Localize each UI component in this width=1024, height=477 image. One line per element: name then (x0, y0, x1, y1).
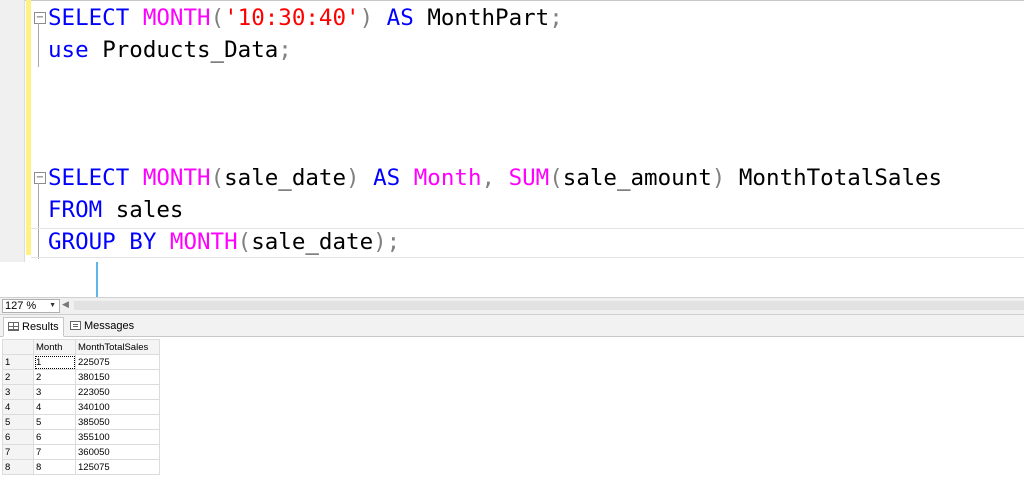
grid-icon (8, 322, 19, 331)
code-token: ) (373, 229, 387, 255)
cell-monthtotalsales[interactable]: 340100 (75, 399, 160, 415)
zoom-level: 127 % (5, 300, 37, 312)
code-token: ; (386, 229, 401, 255)
code-token: Month (413, 165, 482, 191)
row-number[interactable]: 8 (2, 459, 34, 475)
code-token: GROUP BY (48, 229, 170, 255)
cell-month[interactable]: 2 (33, 369, 76, 385)
cell-monthtotalsales[interactable]: 223050 (75, 384, 160, 400)
row-number[interactable]: 5 (2, 414, 34, 430)
zoom-select[interactable]: 127 % ▼ (2, 299, 60, 313)
code-token: sale_date (224, 165, 347, 191)
code-token: MonthPart (427, 5, 550, 31)
fold-rail (38, 23, 39, 67)
editor-status-bar: 127 % ▼ ◀ (0, 297, 1024, 315)
row-number[interactable]: 6 (2, 429, 34, 445)
cell-monthtotalsales[interactable]: 225075 (75, 354, 160, 370)
code-token: ( (210, 5, 225, 31)
cell-monthtotalsales[interactable]: 360050 (75, 444, 160, 460)
code-token: MONTH (169, 229, 238, 255)
column-header-monthtotalsales[interactable]: MonthTotalSales (75, 339, 160, 355)
tab-messages[interactable]: Messages (66, 317, 138, 335)
chevron-down-icon: ▼ (49, 302, 56, 309)
code-token: ) (359, 5, 374, 31)
code-token: ) (346, 165, 360, 191)
code-token: ( (549, 165, 563, 191)
change-tracking-bar (26, 0, 31, 255)
code-token: ( (210, 165, 225, 191)
cell-month[interactable]: 8 (33, 459, 76, 475)
cell-month[interactable]: 7 (33, 444, 76, 460)
code-token: sale_amount (562, 165, 712, 191)
code-token: '10:30:40' (224, 5, 360, 31)
query-editor[interactable]: − − SELECT MONTH('10:30:40') AS MonthPar… (0, 0, 1024, 297)
horizontal-scrollbar[interactable] (74, 301, 1024, 310)
table-row[interactable]: 8 8 125075 (2, 459, 160, 475)
code-token: FROM (48, 197, 116, 223)
cell-month[interactable]: 6 (33, 429, 76, 445)
code-token: ; (278, 37, 292, 63)
row-number[interactable]: 1 (2, 354, 34, 370)
cell-month[interactable]: 5 (33, 414, 76, 430)
code-token: , (481, 165, 509, 191)
code-token: MONTH (142, 165, 211, 191)
collapse-minus-icon[interactable]: − (34, 12, 46, 24)
tab-results-label: Results (22, 321, 59, 333)
code-line[interactable]: use Products_Data; (48, 35, 292, 65)
column-header-month[interactable]: Month (33, 339, 76, 355)
code-token: SELECT (48, 165, 143, 191)
cell-month[interactable]: 4 (33, 399, 76, 415)
tab-results[interactable]: Results (3, 317, 64, 337)
cell-monthtotalsales[interactable]: 355100 (75, 429, 160, 445)
cell-month[interactable]: 1 (33, 354, 76, 370)
code-token: SELECT (48, 5, 143, 31)
code-line[interactable]: FROM sales (48, 195, 183, 225)
row-number[interactable]: 7 (2, 444, 34, 460)
code-token: SUM (508, 165, 550, 191)
table-row[interactable]: 4 4 340100 (2, 399, 160, 415)
cell-monthtotalsales[interactable]: 125075 (75, 459, 160, 475)
scroll-left-icon[interactable]: ◀ (62, 299, 69, 310)
table-row[interactable]: 2 2 380150 (2, 369, 160, 385)
code-token: Products_Data (102, 37, 279, 63)
code-token: AS (359, 165, 414, 191)
editor-gutter (0, 0, 25, 262)
results-tabs: Results Messages (0, 315, 1024, 337)
tab-messages-label: Messages (84, 320, 135, 332)
results-grid: Month MonthTotalSales 1 1 225075 2 2 380150 3 3… (2, 339, 160, 475)
table-row[interactable]: 6 6 355100 (2, 429, 160, 445)
cell-month[interactable]: 3 (33, 384, 76, 400)
code-token: ( (237, 229, 252, 255)
code-token: AS (373, 5, 428, 31)
cell-monthtotalsales[interactable]: 380150 (75, 369, 160, 385)
code-token: sales (115, 197, 184, 223)
code-token: ) (711, 165, 726, 191)
code-line[interactable]: GROUP BY MONTH(sale_date); (48, 227, 400, 257)
editor-top-border (0, 0, 1024, 1)
code-line[interactable]: SELECT MONTH(sale_date) AS Month, SUM(sa… (48, 163, 942, 193)
code-token: use (48, 37, 103, 63)
collapse-minus-icon[interactable]: − (34, 172, 46, 184)
cell-monthtotalsales[interactable]: 385050 (75, 414, 160, 430)
results-grid-body: 1 1 225075 2 2 380150 3 3 223050 4 4 340100 5 5 385050… (2, 354, 160, 475)
row-number-header[interactable] (2, 339, 34, 355)
code-line[interactable]: SELECT MONTH('10:30:40') AS MonthPart; (48, 3, 563, 33)
row-number[interactable]: 3 (2, 384, 34, 400)
row-number[interactable]: 2 (2, 369, 34, 385)
code-token: ; (549, 5, 563, 31)
code-token: MONTH (142, 5, 211, 31)
code-token: MonthTotalSales (725, 165, 943, 191)
messages-icon (70, 321, 81, 330)
table-row[interactable]: 3 3 223050 (2, 384, 160, 400)
table-row[interactable]: 7 7 360050 (2, 444, 160, 460)
results-header-row: Month MonthTotalSales (2, 339, 160, 355)
code-token: sale_date (251, 229, 374, 255)
results-grid-pane: Month MonthTotalSales 1 1 225075 2 2 380150 3 3… (0, 337, 1024, 477)
table-row[interactable]: 5 5 385050 (2, 414, 160, 430)
table-row[interactable]: 1 1 225075 (2, 354, 160, 370)
row-number[interactable]: 4 (2, 399, 34, 415)
